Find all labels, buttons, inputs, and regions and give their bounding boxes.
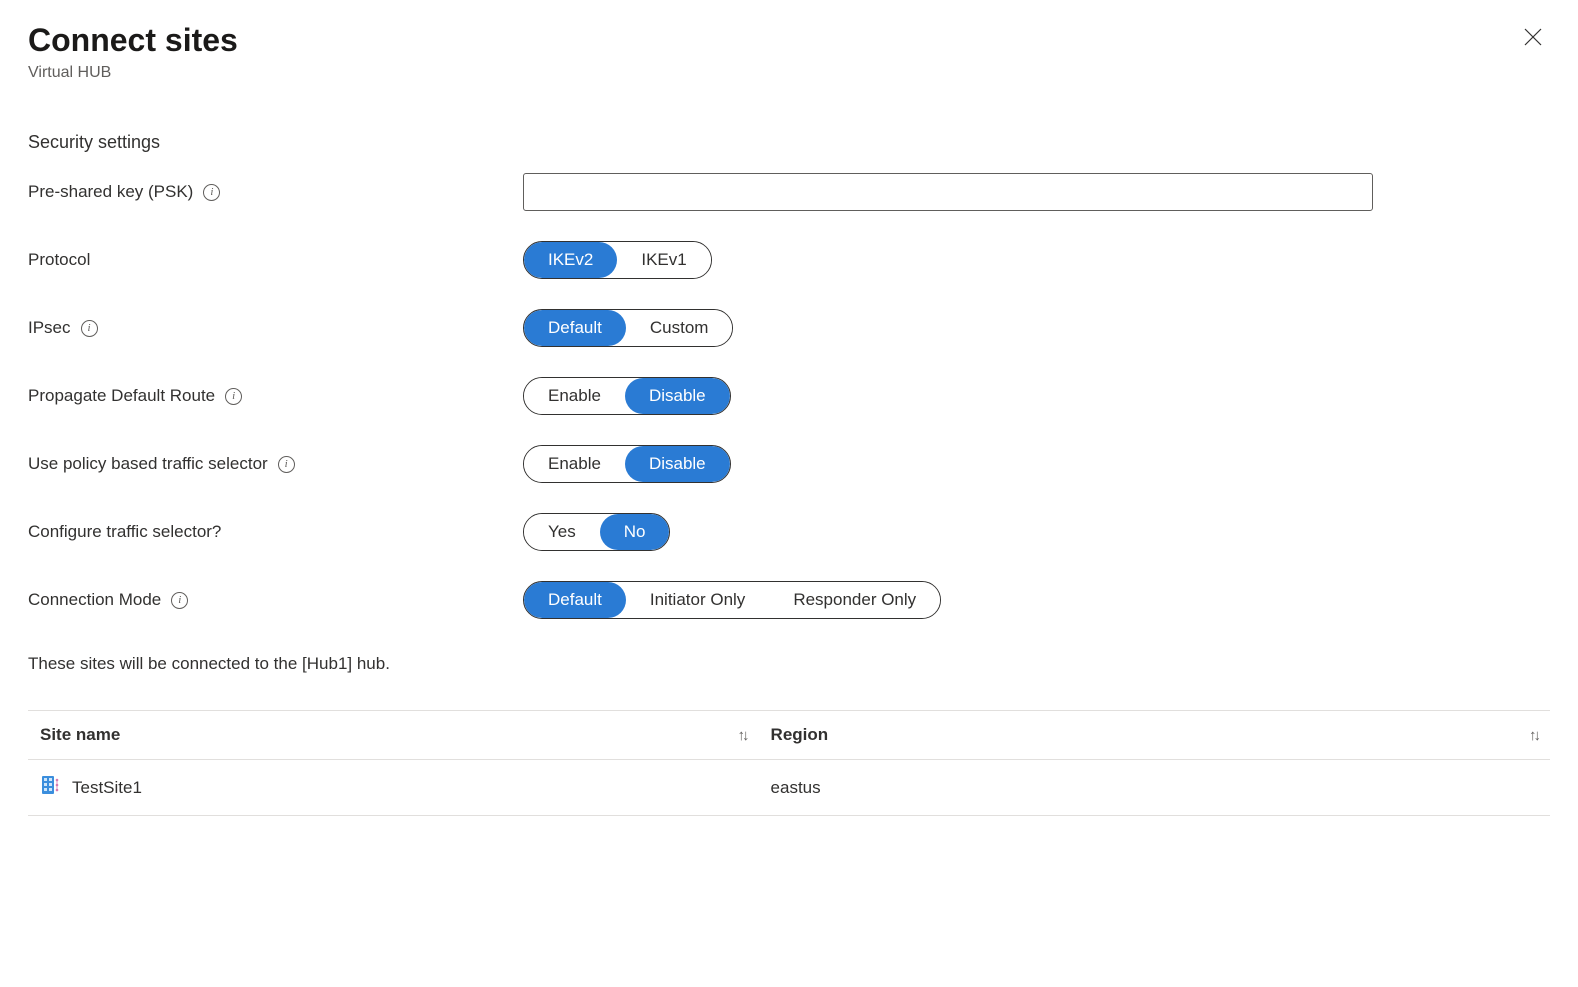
policy-selector-toggle: Enable Disable (523, 445, 731, 483)
info-icon[interactable]: i (171, 592, 188, 609)
ipsec-toggle: Default Custom (523, 309, 733, 347)
propagate-enable[interactable]: Enable (524, 378, 625, 414)
col-region[interactable]: Region ↑↓ (759, 711, 1550, 760)
configure-selector-toggle: Yes No (523, 513, 670, 551)
connection-mode-toggle: Default Initiator Only Responder Only (523, 581, 941, 619)
ipsec-default[interactable]: Default (524, 310, 626, 346)
policy-enable[interactable]: Enable (524, 446, 625, 482)
protocol-ikev1[interactable]: IKEv1 (617, 242, 710, 278)
section-title: Security settings (28, 132, 1550, 153)
protocol-ikev2[interactable]: IKEv2 (524, 242, 617, 278)
configure-yes[interactable]: Yes (524, 514, 600, 550)
mode-default[interactable]: Default (524, 582, 626, 618)
label-psk: Pre-shared key (PSK) i (28, 182, 523, 202)
row-protocol: Protocol IKEv2 IKEv1 (28, 241, 1550, 279)
label-propagate: Propagate Default Route i (28, 386, 523, 406)
label-policy-selector: Use policy based traffic selector i (28, 454, 523, 474)
hub-caption: These sites will be connected to the [Hu… (28, 654, 1550, 674)
sort-icon: ↑↓ (1529, 727, 1538, 744)
cell-site-name: TestSite1 (72, 778, 142, 798)
close-button[interactable] (1516, 20, 1550, 59)
table-row[interactable]: TestSite1 eastus (28, 760, 1550, 816)
info-icon[interactable]: i (278, 456, 295, 473)
col-site-name[interactable]: Site name ↑↓ (28, 711, 759, 760)
row-propagate: Propagate Default Route i Enable Disable (28, 377, 1550, 415)
protocol-toggle: IKEv2 IKEv1 (523, 241, 712, 279)
info-icon[interactable]: i (203, 184, 220, 201)
propagate-disable[interactable]: Disable (625, 378, 730, 414)
policy-disable[interactable]: Disable (625, 446, 730, 482)
row-configure-selector: Configure traffic selector? Yes No (28, 513, 1550, 551)
sort-icon: ↑↓ (738, 727, 747, 744)
row-policy-selector: Use policy based traffic selector i Enab… (28, 445, 1550, 483)
info-icon[interactable]: i (225, 388, 242, 405)
propagate-toggle: Enable Disable (523, 377, 731, 415)
close-icon (1522, 27, 1544, 54)
label-protocol: Protocol (28, 250, 523, 270)
table-header-row: Site name ↑↓ Region ↑↓ (28, 711, 1550, 760)
cell-region: eastus (759, 760, 1550, 816)
configure-no[interactable]: No (600, 514, 670, 550)
ipsec-custom[interactable]: Custom (626, 310, 733, 346)
building-icon (40, 774, 62, 801)
sites-table: Site name ↑↓ Region ↑↓ (28, 710, 1550, 816)
label-configure-selector: Configure traffic selector? (28, 522, 523, 542)
row-ipsec: IPsec i Default Custom (28, 309, 1550, 347)
mode-responder[interactable]: Responder Only (769, 582, 940, 618)
psk-input[interactable] (523, 173, 1373, 211)
label-connection-mode: Connection Mode i (28, 590, 523, 610)
info-icon[interactable]: i (81, 320, 98, 337)
page-header: Connect sites Virtual HUB (28, 20, 1550, 82)
label-ipsec: IPsec i (28, 318, 523, 338)
page-title: Connect sites (28, 20, 238, 60)
header-text: Connect sites Virtual HUB (28, 20, 238, 82)
row-connection-mode: Connection Mode i Default Initiator Only… (28, 581, 1550, 619)
row-psk: Pre-shared key (PSK) i (28, 173, 1550, 211)
mode-initiator[interactable]: Initiator Only (626, 582, 769, 618)
page-subtitle: Virtual HUB (28, 64, 238, 82)
